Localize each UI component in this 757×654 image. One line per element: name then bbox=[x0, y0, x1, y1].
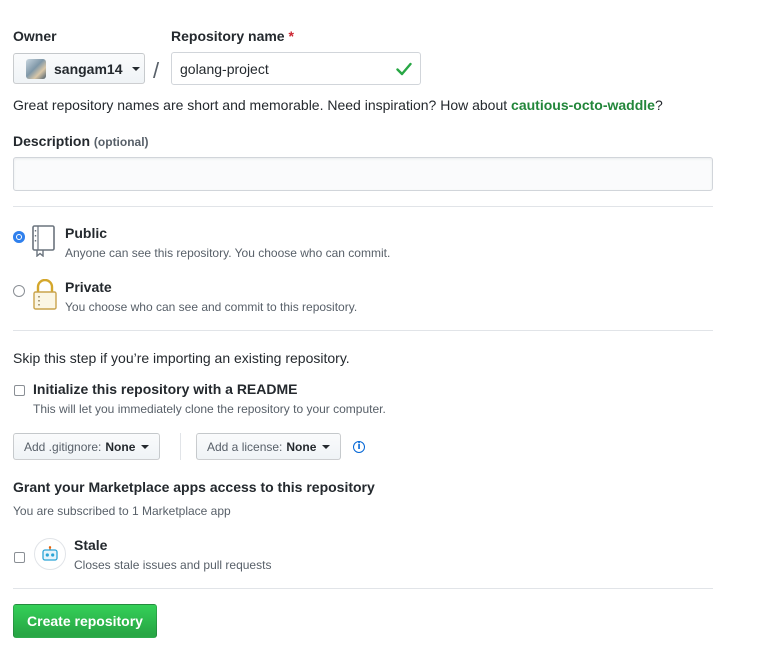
owner-repo-separator: / bbox=[153, 58, 160, 83]
private-description: You choose who can see and commit to thi… bbox=[65, 300, 358, 314]
readme-description: This will let you immediately clone the … bbox=[33, 402, 386, 416]
description-input[interactable] bbox=[13, 157, 713, 191]
divider bbox=[13, 330, 713, 331]
chevron-down-icon bbox=[141, 444, 150, 449]
info-icon[interactable]: i bbox=[353, 441, 365, 453]
hint-end: ? bbox=[654, 97, 663, 113]
repo-name-value: golang-project bbox=[180, 60, 269, 77]
divider bbox=[13, 206, 713, 207]
import-note: Skip this step if you’re importing an ex… bbox=[13, 350, 350, 366]
marketplace-subtitle: You are subscribed to 1 Marketplace app bbox=[13, 504, 231, 518]
private-title: Private bbox=[65, 279, 112, 295]
repo-name-hint: Great repository names are short and mem… bbox=[13, 97, 663, 113]
create-repository-button[interactable]: Create repository bbox=[13, 604, 157, 638]
license-label: Add a license: bbox=[207, 439, 283, 454]
public-description: Anyone can see this repository. You choo… bbox=[65, 246, 391, 260]
public-radio[interactable] bbox=[13, 231, 25, 243]
gitignore-dropdown[interactable]: Add .gitignore: None bbox=[13, 433, 161, 460]
check-icon bbox=[396, 62, 412, 75]
readme-title: Initialize this repository with a README bbox=[33, 381, 298, 397]
stale-app-description: Closes stale issues and pull requests bbox=[74, 558, 272, 572]
owner-dropdown[interactable]: sangam14 bbox=[13, 53, 145, 84]
chevron-down-icon bbox=[132, 66, 141, 71]
required-mark: * bbox=[288, 28, 294, 44]
stale-app-avatar bbox=[34, 538, 66, 570]
description-label-text: Description bbox=[13, 133, 91, 149]
marketplace-title: Grant your Marketplace apps access to th… bbox=[13, 479, 375, 495]
repo-name-label: Repository name * bbox=[171, 28, 294, 44]
optional-tag: (optional) bbox=[93, 135, 149, 149]
readme-checkbox[interactable] bbox=[14, 385, 25, 396]
description-label: Description (optional) bbox=[13, 133, 149, 149]
owner-label: Owner bbox=[13, 28, 57, 44]
stale-app-name: Stale bbox=[74, 537, 108, 553]
avatar bbox=[26, 58, 46, 79]
stale-app-checkbox[interactable] bbox=[14, 552, 25, 563]
repo-name-input[interactable]: golang-project bbox=[171, 52, 421, 85]
chevron-down-icon bbox=[322, 444, 331, 449]
hint-text: Great repository names are short and mem… bbox=[13, 97, 512, 113]
name-suggestion-link[interactable]: cautious-octo-waddle bbox=[511, 97, 655, 113]
public-title: Public bbox=[65, 225, 108, 241]
lock-icon bbox=[33, 279, 57, 310]
license-dropdown[interactable]: Add a license: None bbox=[196, 433, 342, 460]
gitignore-label: Add .gitignore: bbox=[24, 439, 102, 454]
gitignore-value: None bbox=[105, 439, 136, 454]
repo-book-icon bbox=[32, 225, 55, 257]
divider bbox=[180, 433, 181, 460]
repo-name-label-text: Repository name bbox=[171, 28, 285, 44]
divider bbox=[13, 588, 713, 589]
license-value: None bbox=[286, 439, 317, 454]
robot-icon bbox=[42, 546, 58, 561]
private-radio[interactable] bbox=[13, 285, 25, 297]
owner-value: sangam14 bbox=[54, 60, 123, 77]
